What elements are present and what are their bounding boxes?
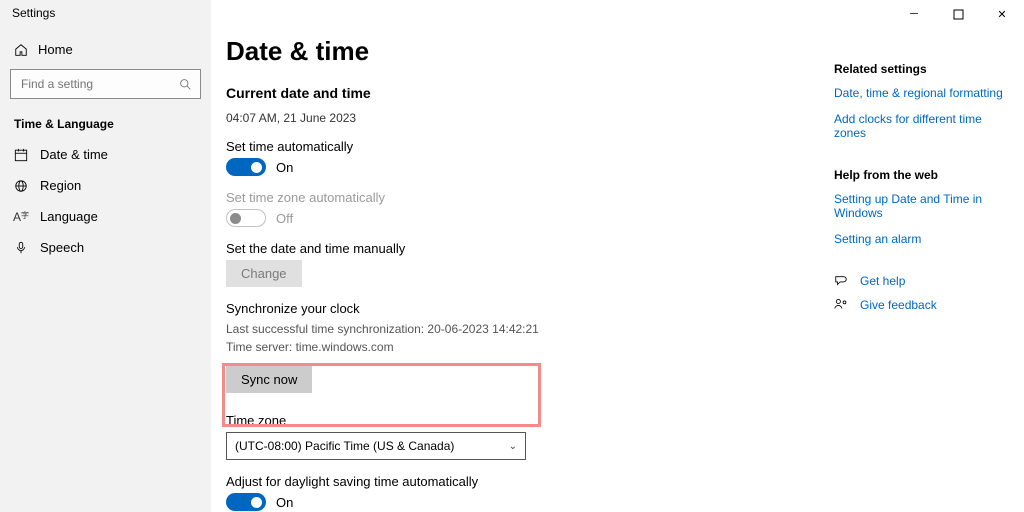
home-label: Home (38, 42, 73, 57)
toggle-state: On (276, 160, 293, 175)
app-title: Settings (0, 0, 211, 20)
sync-header: Synchronize your clock (226, 301, 826, 316)
link-setting-alarm[interactable]: Setting an alarm (834, 232, 1006, 246)
minimize-button[interactable]: ─ (892, 0, 936, 28)
link-add-clocks[interactable]: Add clocks for different time zones (834, 112, 1006, 140)
search-field[interactable] (19, 76, 179, 92)
sidebar-item-language[interactable]: A字 Language (0, 201, 211, 232)
link-setup-datetime[interactable]: Setting up Date and Time in Windows (834, 192, 1006, 220)
set-time-auto-label: Set time automatically (226, 139, 826, 154)
sidebar-item-region[interactable]: Region (0, 170, 211, 201)
help-icon (834, 274, 848, 288)
timezone-dropdown[interactable]: (UTC-08:00) Pacific Time (US & Canada) ⌄ (226, 432, 526, 460)
give-feedback-link[interactable]: Give feedback (834, 298, 1006, 312)
nav-label: Date & time (40, 147, 108, 162)
nav-label: Language (40, 209, 98, 224)
timezone-value: (UTC-08:00) Pacific Time (US & Canada) (235, 439, 454, 453)
current-datetime-value: 04:07 AM, 21 June 2023 (226, 111, 826, 125)
nav-label: Region (40, 178, 81, 193)
maximize-button[interactable] (936, 0, 980, 28)
set-tz-auto-label: Set time zone automatically (226, 190, 826, 205)
toggle-state: On (276, 495, 293, 510)
link-date-regional[interactable]: Date, time & regional formatting (834, 86, 1006, 100)
feedback-icon (834, 298, 848, 312)
sync-server: Time server: time.windows.com (226, 338, 826, 356)
search-icon (179, 78, 192, 91)
sidebar-item-speech[interactable]: Speech (0, 232, 211, 263)
sidebar: Settings Home Time & Language Date & tim… (0, 0, 211, 512)
home-button[interactable]: Home (0, 42, 211, 57)
current-datetime-header: Current date and time (226, 85, 826, 101)
close-button[interactable]: ✕ (980, 0, 1024, 28)
set-manual-label: Set the date and time manually (226, 241, 826, 256)
dst-label: Adjust for daylight saving time automati… (226, 474, 826, 489)
sync-last: Last successful time synchronization: 20… (226, 320, 826, 338)
home-icon (14, 43, 28, 57)
nav-label: Speech (40, 240, 84, 255)
chevron-down-icon: ⌄ (509, 441, 517, 452)
search-input[interactable] (10, 69, 201, 99)
related-settings-header: Related settings (834, 62, 1006, 76)
set-tz-auto-toggle (226, 209, 266, 227)
section-header: Time & Language (0, 99, 211, 139)
timezone-label: Time zone (226, 413, 826, 428)
change-button: Change (226, 260, 302, 287)
date-time-icon (14, 148, 28, 162)
language-icon: A字 (14, 210, 28, 224)
globe-icon (14, 179, 28, 193)
set-time-auto-toggle[interactable] (226, 158, 266, 176)
toggle-state: Off (276, 211, 293, 226)
dst-toggle[interactable] (226, 493, 266, 511)
right-column: Related settings Date, time & regional f… (834, 62, 1024, 322)
page-title: Date & time (226, 36, 826, 67)
sidebar-item-date-time[interactable]: Date & time (0, 139, 211, 170)
get-help-link[interactable]: Get help (834, 274, 1006, 288)
microphone-icon (14, 241, 28, 255)
main-content: Date & time Current date and time 04:07 … (226, 0, 826, 512)
help-web-header: Help from the web (834, 168, 1006, 182)
sync-now-button[interactable]: Sync now (226, 366, 312, 393)
